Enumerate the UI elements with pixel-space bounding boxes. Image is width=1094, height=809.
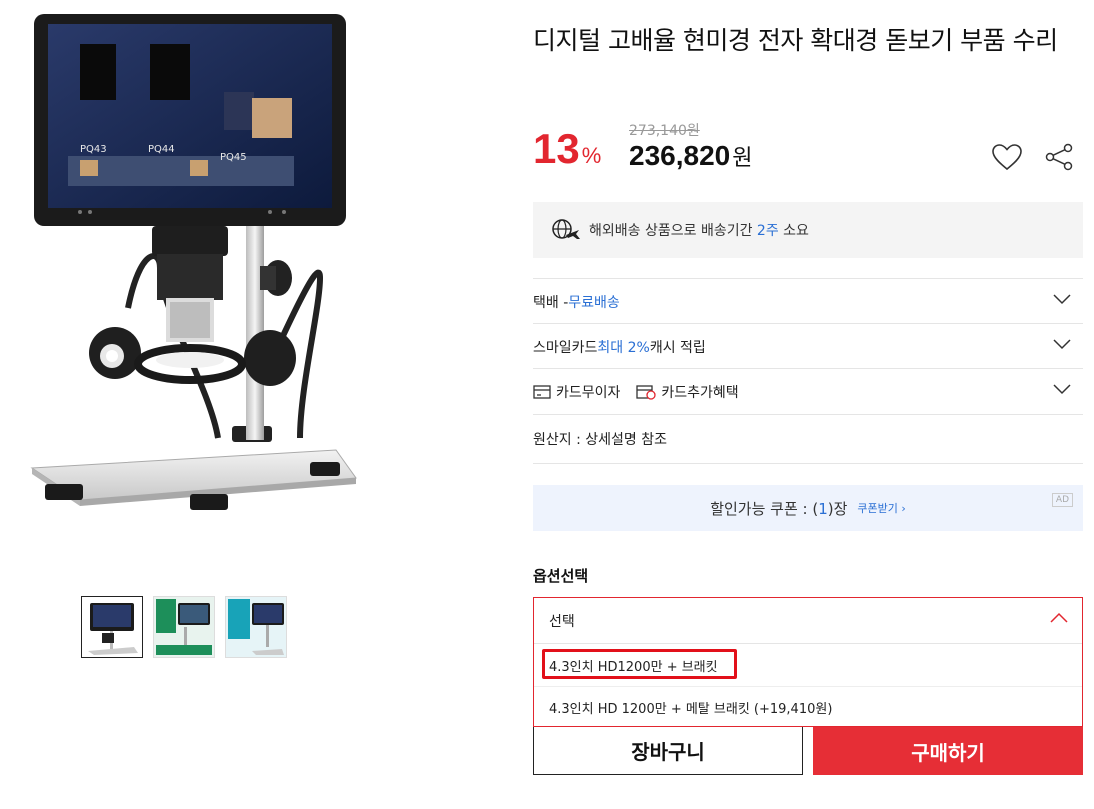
card-extra-benefit: 카드추가혜택 xyxy=(636,382,739,402)
free-shipping-text: 무료배송 xyxy=(568,294,620,311)
card-icon xyxy=(533,384,551,399)
thumbnail-strip xyxy=(81,596,287,658)
card-benefits-row[interactable]: 카드무이자 카드추가혜택 xyxy=(533,368,1083,414)
option-item-1[interactable]: 4.3인치 HD1200만 + 브래킷 xyxy=(534,644,1082,686)
original-price: 273,140원 xyxy=(629,123,700,139)
product-title: 디지털 고배율 현미경 전자 확대경 돋보기 부품 수리 xyxy=(533,26,1058,55)
delivery-label: 택배 - xyxy=(533,294,569,311)
chevron-down-icon xyxy=(1053,294,1071,305)
smile-card-rate: 최대 2% xyxy=(597,339,650,356)
card-extra-label: 카드추가혜택 xyxy=(661,384,739,401)
notice-text-after: 소요 xyxy=(778,223,809,239)
origin-text: 원산지 : 상세설명 참조 xyxy=(533,432,667,448)
thumbnail-3[interactable] xyxy=(225,596,287,658)
buy-now-button[interactable]: 구매하기 xyxy=(813,727,1083,775)
smile-card-label: 스마일카드 xyxy=(533,339,598,356)
card-installment-label: 카드무이자 xyxy=(556,384,621,401)
coupon-text: 할인가능 쿠폰 : (1)장 xyxy=(710,498,847,519)
product-gallery: PQ43 PQ44 PQ45 xyxy=(20,8,380,528)
sale-price: 236,820원 xyxy=(629,140,752,172)
card-installment: 카드무이자 xyxy=(533,382,620,402)
chevron-up-icon xyxy=(1050,612,1068,623)
overseas-shipping-notice: 해외배송 상품으로 배송기간 2주 소요 xyxy=(533,202,1083,258)
coupon-banner[interactable]: 할인가능 쿠폰 : (1)장 쿠폰받기 › AD xyxy=(533,485,1083,531)
discount-value: 13 xyxy=(533,125,580,172)
discount-rate: 13% xyxy=(533,127,601,178)
share-icon xyxy=(1045,143,1073,171)
thumbnail-2[interactable] xyxy=(153,596,215,658)
shipping-notice-text: 해외배송 상품으로 배송기간 2주 소요 xyxy=(589,220,809,240)
coupon-text-before: 할인가능 쿠폰 : ( xyxy=(710,499,819,518)
origin-row: 원산지 : 상세설명 참조 xyxy=(533,414,1083,464)
notice-text-before: 해외배송 상품으로 배송기간 xyxy=(589,223,757,239)
coupon-count: 1 xyxy=(818,499,828,518)
delivery-row[interactable]: 택배 - 무료배송 xyxy=(533,278,1083,324)
share-button[interactable] xyxy=(1041,139,1077,175)
option-item-2[interactable]: 4.3인치 HD 1200만 + 메탈 브래킷 (+19,410원) xyxy=(534,686,1082,728)
option-dropdown: 선택 4.3인치 HD1200만 + 브래킷 4.3인치 HD 1200만 + … xyxy=(533,597,1083,727)
option-item-2-label: 4.3인치 HD 1200만 + 메탈 브래킷 (+19,410원) xyxy=(549,702,833,717)
sale-price-value: 236,820 xyxy=(629,140,731,171)
wishlist-button[interactable] xyxy=(989,139,1025,175)
pq43-label: PQ43 xyxy=(80,144,107,155)
thumbnail-1[interactable] xyxy=(81,596,143,658)
ad-badge: AD xyxy=(1051,493,1073,507)
heart-icon xyxy=(992,144,1022,171)
overseas-shipping-icon xyxy=(552,219,580,239)
option-title: 옵션선택 xyxy=(533,567,589,585)
add-to-cart-button[interactable]: 장바구니 xyxy=(533,727,803,775)
sale-price-currency: 원 xyxy=(732,145,753,170)
pq45-label: PQ45 xyxy=(220,152,247,163)
coupon-text-after: )장 xyxy=(827,499,848,518)
discount-unit: % xyxy=(581,143,602,168)
chevron-down-icon xyxy=(1053,339,1071,350)
get-coupon-link[interactable]: 쿠폰받기 › xyxy=(857,500,905,516)
notice-highlight: 2주 xyxy=(756,223,779,239)
product-main-image[interactable]: PQ43 PQ44 PQ45 xyxy=(20,8,380,528)
smile-card-after: 캐시 적립 xyxy=(649,339,706,356)
chevron-down-icon xyxy=(1053,384,1071,395)
smile-card-row[interactable]: 스마일카드 최대 2% 캐시 적립 xyxy=(533,323,1083,369)
option-item-1-label: 4.3인치 HD1200만 + 브래킷 xyxy=(549,659,718,675)
card-benefit-icon xyxy=(636,384,657,400)
option-select-toggle[interactable]: 선택 xyxy=(534,598,1082,644)
option-placeholder: 선택 xyxy=(549,613,575,630)
pq44-label: PQ44 xyxy=(148,144,175,155)
